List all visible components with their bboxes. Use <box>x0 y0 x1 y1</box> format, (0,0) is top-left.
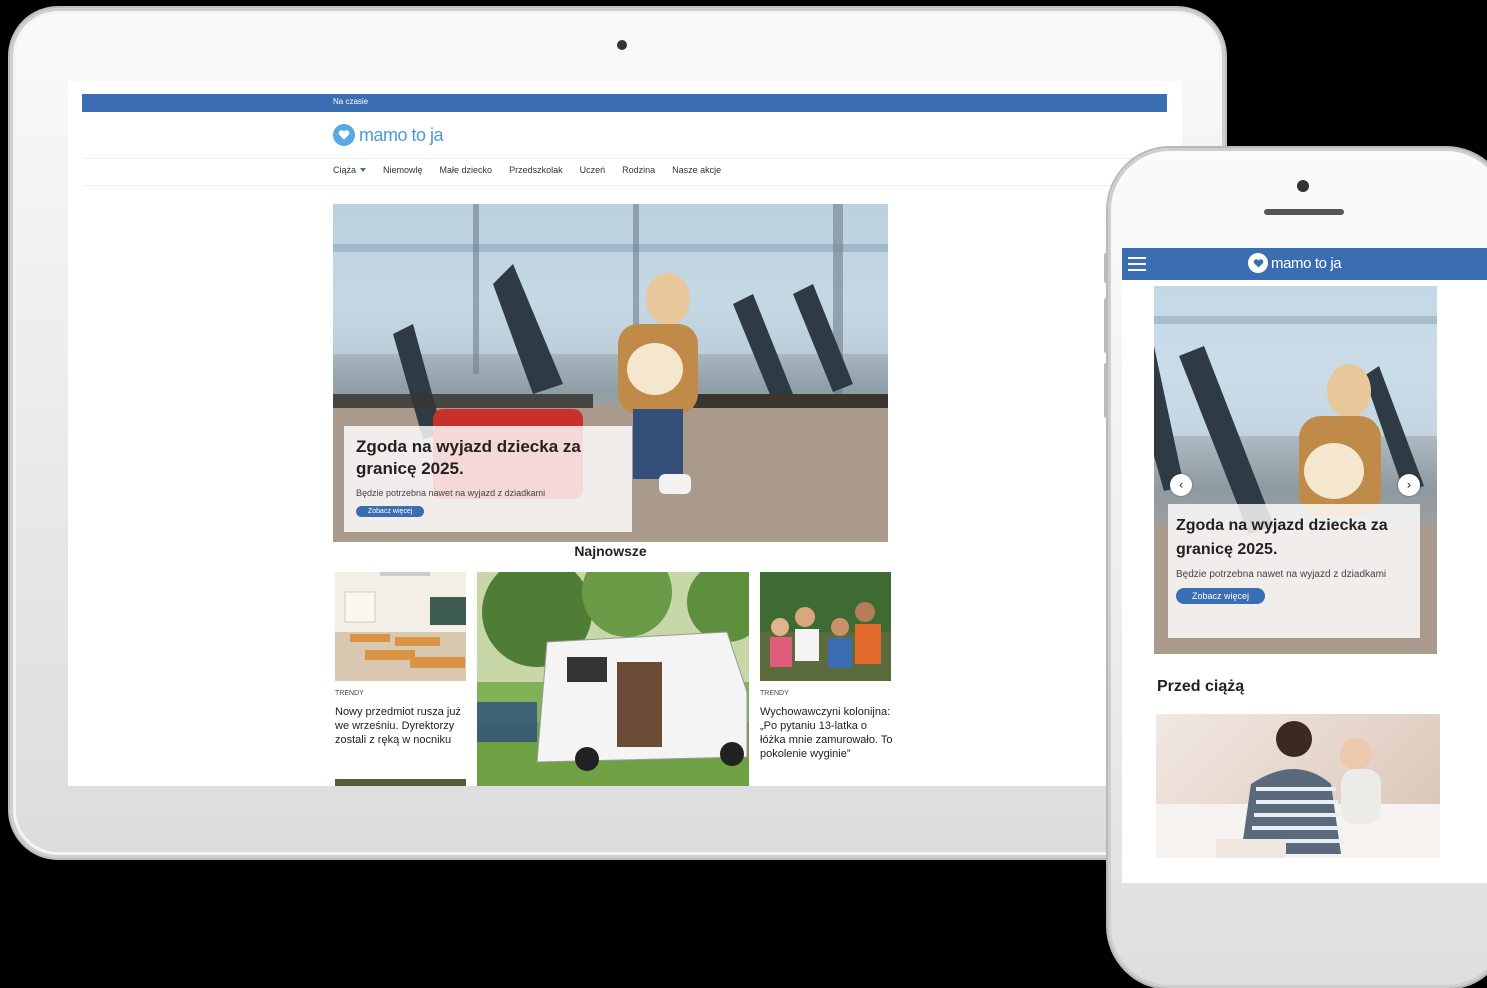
hero-article[interactable]: Zgoda na wyjazd dziecka za granicę 2025.… <box>333 204 888 542</box>
logo-text: mamo to ja <box>1271 254 1342 272</box>
camper-image <box>477 572 749 786</box>
mobile-header: mamo to ja <box>1122 248 1487 280</box>
nav-item-ciaza[interactable]: Ciąża <box>333 165 367 175</box>
heart-logo-icon <box>333 124 355 146</box>
site-logo[interactable]: mamo to ja <box>333 123 444 147</box>
phone-screen: mamo to ja ‹ › Zgoda na wyjazd dziecka z… <box>1122 248 1487 883</box>
phone-device: mamo to ja ‹ › Zgoda na wyjazd dziecka z… <box>1104 148 1487 988</box>
heart-logo-icon <box>1248 253 1268 273</box>
mother-baby-image <box>1156 721 1440 858</box>
carousel-next-icon[interactable]: › <box>1398 474 1420 496</box>
chevron-down-icon <box>360 168 367 172</box>
phone-speaker <box>1264 209 1344 215</box>
section-title-before-pregnancy: Przed ciążą <box>1157 678 1245 695</box>
kids-image <box>760 572 891 681</box>
mobile-see-more-button[interactable]: Zobacz więcej <box>1176 588 1266 604</box>
card-tag[interactable]: TRENDY <box>760 690 789 697</box>
phone-side-button <box>1104 253 1108 283</box>
nav-item-niemowle[interactable]: Niemowlę <box>383 165 423 175</box>
nav-item-rodzina[interactable]: Rodzina <box>622 165 655 175</box>
nav-item-male-dziecko[interactable]: Małe dziecko <box>440 165 493 175</box>
card-image-next[interactable] <box>335 779 466 786</box>
card-image-camper[interactable] <box>477 572 749 786</box>
header-divider <box>82 158 1167 159</box>
card-title[interactable]: Nowy przedmiot rusza już we wrześniu. Dy… <box>335 705 470 747</box>
phone-camera <box>1297 180 1309 192</box>
tablet-screen: Na czasie mamo to ja Ciąża Niemowlę Małe… <box>68 81 1182 786</box>
see-more-button[interactable]: Zobacz więcej <box>356 506 425 517</box>
hero-caption: Zgoda na wyjazd dziecka za granicę 2025.… <box>344 426 632 532</box>
main-nav: Ciąża Niemowlę Małe dziecko Przedszkolak… <box>333 165 738 175</box>
mobile-hero-title[interactable]: Zgoda na wyjazd dziecka za granicę 2025. <box>1176 514 1412 562</box>
menu-icon[interactable] <box>1128 257 1146 271</box>
mobile-hero-carousel[interactable]: ‹ › Zgoda na wyjazd dziecka za granicę 2… <box>1154 286 1437 654</box>
nav-item-przedszkolak[interactable]: Przedszkolak <box>509 165 563 175</box>
nav-divider <box>82 185 1167 186</box>
mobile-hero-subtitle: Będzie potrzebna nawet na wyjazd z dziad… <box>1176 569 1387 580</box>
card-image-classroom[interactable] <box>335 572 466 681</box>
nav-item-uczen[interactable]: Uczeń <box>580 165 606 175</box>
classroom-image <box>335 572 466 681</box>
phone-side-button <box>1104 363 1108 418</box>
logo-text: mamo to ja <box>359 124 444 145</box>
mobile-hero-caption: Zgoda na wyjazd dziecka za granicę 2025.… <box>1168 504 1420 638</box>
hero-title[interactable]: Zgoda na wyjazd dziecka za granicę 2025. <box>356 436 620 480</box>
carousel-prev-icon[interactable]: ‹ <box>1170 474 1192 496</box>
trending-link[interactable]: Na czasie <box>333 97 368 106</box>
mobile-logo[interactable]: mamo to ja <box>1248 253 1342 273</box>
section-title-latest: Najnowsze <box>574 543 647 559</box>
mobile-card-image[interactable] <box>1156 714 1440 858</box>
nav-item-nasze-akcje[interactable]: Nasze akcje <box>672 165 721 175</box>
card-image-kids[interactable] <box>760 572 891 681</box>
trending-bar: Na czasie <box>82 94 1167 112</box>
tablet-camera <box>617 40 627 50</box>
hero-subtitle: Będzie potrzebna nawet na wyjazd z dziad… <box>356 488 546 498</box>
card-title[interactable]: Wychowawczyni kolonijna: „Po pytaniu 13-… <box>760 705 895 761</box>
phone-side-button <box>1104 298 1108 353</box>
tablet-device: Na czasie mamo to ja Ciąża Niemowlę Małe… <box>10 8 1225 858</box>
card-tag[interactable]: TRENDY <box>335 690 364 697</box>
